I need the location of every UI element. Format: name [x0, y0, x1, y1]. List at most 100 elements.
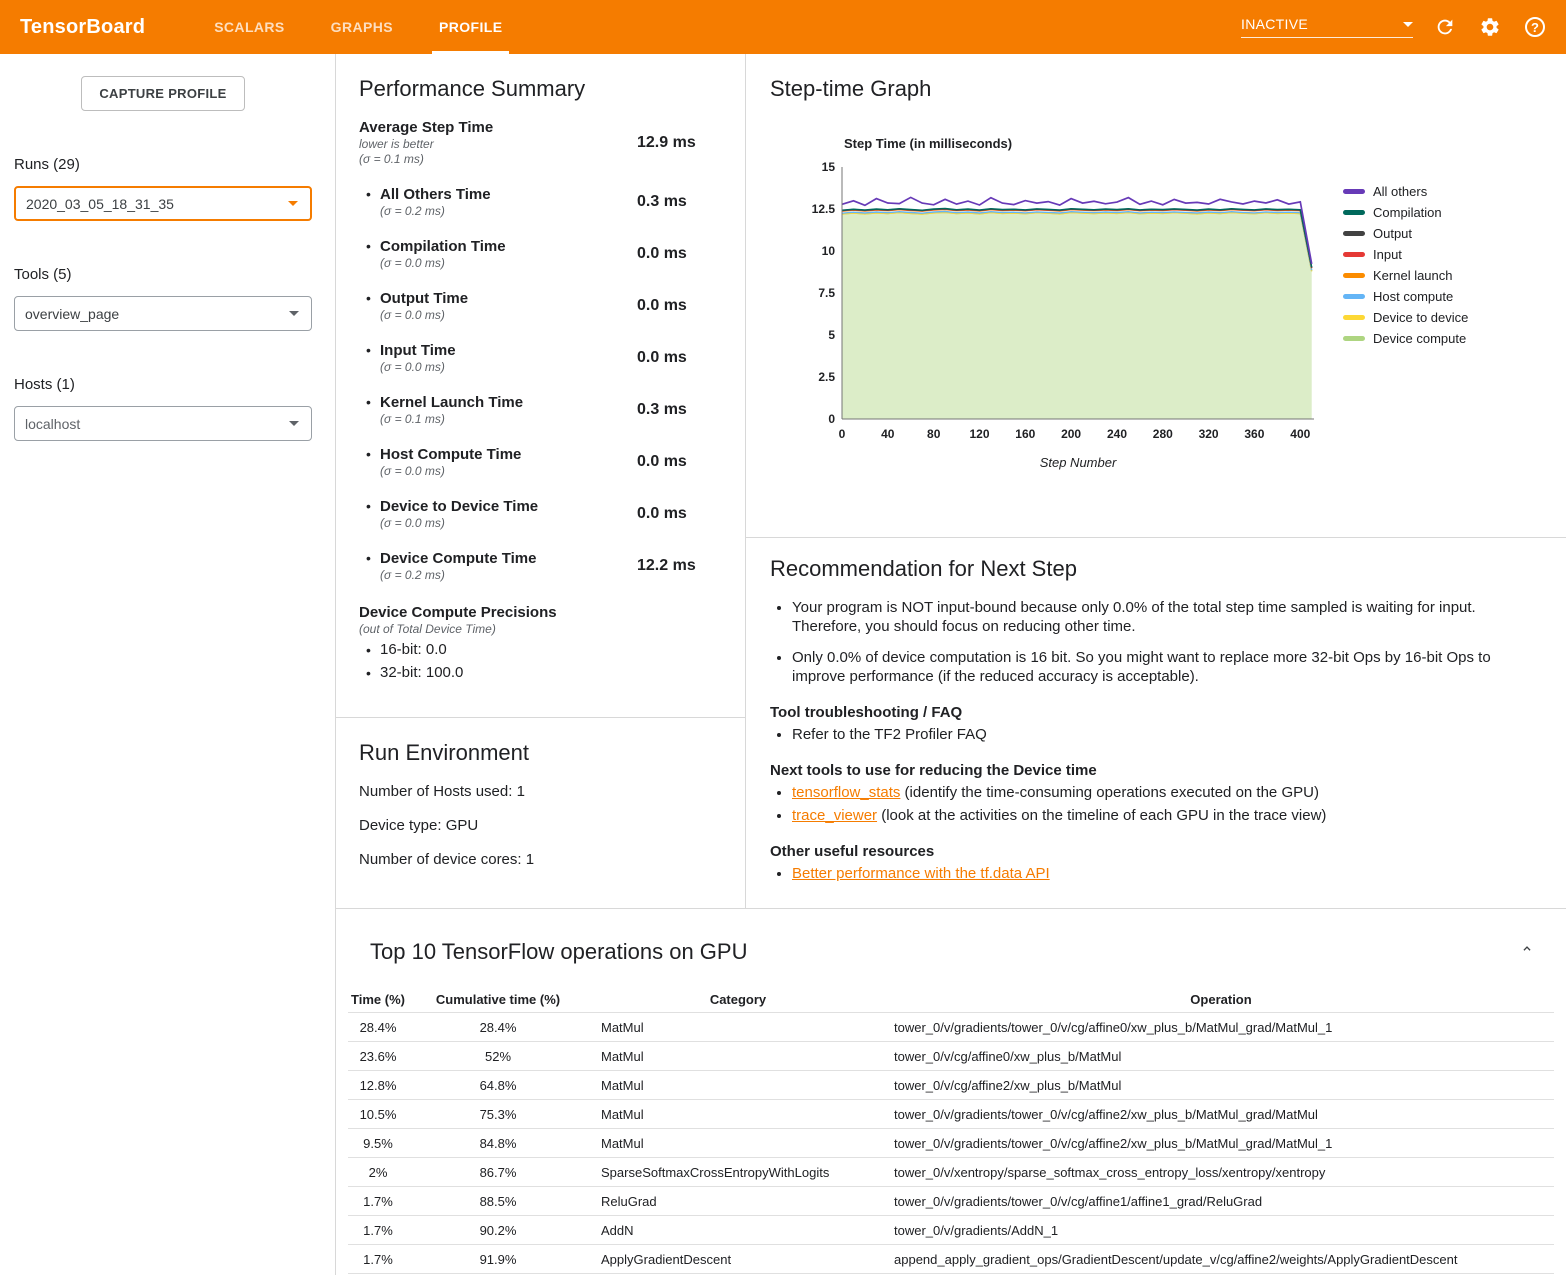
refresh-icon[interactable]: [1432, 14, 1458, 40]
trace-viewer-link[interactable]: trace_viewer: [792, 807, 877, 824]
operation-cell: tower_0/v/xentropy/sparse_softmax_cross_…: [888, 1165, 1554, 1180]
run-environment-title: Run Environment: [359, 740, 722, 766]
chart-title: Step Time (in milliseconds): [844, 136, 1566, 151]
recommendation-bullet: Your program is NOT input-bound because …: [792, 598, 1520, 636]
performance-item-labels: Compilation Time(σ = 0.0 ms): [380, 237, 506, 271]
legend-swatch: [1343, 252, 1365, 257]
settings-gear-icon[interactable]: [1477, 14, 1503, 40]
performance-item-label: Host Compute Time: [380, 445, 521, 464]
legend-swatch: [1343, 315, 1365, 320]
ops-table-row: 10.5%75.3%MatMultower_0/v/gradients/towe…: [348, 1100, 1554, 1129]
operation-cell: tower_0/v/cg/affine2/xw_plus_b/MatMul: [888, 1078, 1554, 1093]
time-cell: 10.5%: [348, 1107, 408, 1122]
step-time-graph-card: Step-time Graph Step Time (in millisecon…: [746, 54, 1566, 538]
ops-column-header: Operation: [888, 992, 1554, 1007]
hosts-used-line: Number of Hosts used: 1: [359, 783, 722, 800]
category-cell: MatMul: [588, 1049, 888, 1064]
tools-select-value: overview_page: [25, 306, 119, 322]
cumulative-cell: 84.8%: [408, 1136, 588, 1151]
performance-item-label: All Others Time: [380, 185, 491, 204]
time-cell: 1.7%: [348, 1252, 408, 1267]
performance-item-value: 0.0 ms: [637, 245, 705, 263]
tool-link-item: tensorflow_stats (identify the time-cons…: [792, 783, 1520, 802]
performance-item-value: 0.0 ms: [637, 297, 705, 315]
average-step-time: Average Step Time lower is better (σ = 0…: [359, 118, 705, 167]
device-compute-precisions: Device Compute Precisions (out of Total …: [359, 603, 705, 683]
y-tick-label: 0: [828, 412, 835, 426]
performance-item-sigma: (σ = 0.2 ms): [380, 568, 536, 583]
device-type-line: Device type: GPU: [359, 817, 722, 834]
legend-label: Device to device: [1373, 310, 1468, 325]
ops-table-row: 9.5%84.8%MatMultower_0/v/gradients/tower…: [348, 1129, 1554, 1158]
legend-item: Input: [1343, 244, 1468, 265]
legend-swatch: [1343, 210, 1365, 215]
tools-select[interactable]: overview_page: [14, 296, 312, 331]
chevron-down-icon: [289, 311, 299, 316]
category-cell: MatMul: [588, 1107, 888, 1122]
ops-table-header: Time (%)Cumulative time (%)CategoryOpera…: [348, 987, 1554, 1013]
average-step-time-note: lower is better: [359, 137, 493, 152]
cumulative-cell: 90.2%: [408, 1223, 588, 1238]
performance-item-value: 0.0 ms: [637, 453, 705, 471]
performance-item-value: 0.3 ms: [637, 193, 705, 211]
cumulative-cell: 64.8%: [408, 1078, 588, 1093]
operation-cell: tower_0/v/gradients/tower_0/v/cg/affine1…: [888, 1194, 1554, 1209]
ops-table-row: 23.6%52%MatMultower_0/v/cg/affine0/xw_pl…: [348, 1042, 1554, 1071]
performance-summary-title: Performance Summary: [359, 76, 705, 102]
category-cell: ReluGrad: [588, 1194, 888, 1209]
performance-item-label: Device Compute Time: [380, 549, 536, 568]
performance-item-sigma: (σ = 0.1 ms): [380, 412, 523, 427]
time-cell: 23.6%: [348, 1049, 408, 1064]
graph-column: Step-time Graph Step Time (in millisecon…: [746, 54, 1566, 908]
ops-table-row: 1.7%90.2%AddNtower_0/v/gradients/AddN_1: [348, 1216, 1554, 1245]
performance-summary-card: Performance Summary Average Step Time lo…: [336, 54, 745, 718]
help-glyph: ?: [1531, 20, 1539, 35]
performance-item-sigma: (σ = 0.2 ms): [380, 204, 491, 219]
operation-cell: tower_0/v/cg/affine0/xw_plus_b/MatMul: [888, 1049, 1554, 1064]
tensorflow-stats-link[interactable]: tensorflow_stats: [792, 784, 900, 801]
runs-select[interactable]: 2020_03_05_18_31_35: [14, 186, 312, 221]
nav-tabs: SCALARSGRAPHSPROFILE: [191, 0, 525, 54]
chevron-down-icon: [1403, 22, 1413, 27]
operation-cell: tower_0/v/gradients/AddN_1: [888, 1223, 1554, 1238]
faq-item: Refer to the TF2 Profiler FAQ: [792, 725, 1520, 744]
step-time-graph-title: Step-time Graph: [770, 76, 1566, 102]
chart-legend: All othersCompilationOutputInputKernel l…: [1343, 181, 1468, 443]
step-time-chart: Step Time (in milliseconds) 02.557.51012…: [812, 136, 1566, 470]
ops-column-header: Cumulative time (%): [408, 992, 588, 1007]
capture-profile-button[interactable]: CAPTURE PROFILE: [81, 76, 245, 111]
average-step-time-value: 12.9 ms: [637, 134, 705, 152]
time-cell: 1.7%: [348, 1223, 408, 1238]
x-tick-label: 360: [1244, 427, 1264, 441]
x-tick-label: 160: [1015, 427, 1035, 441]
y-tick-label: 10: [822, 244, 836, 258]
performance-item: Input Time(σ = 0.0 ms)0.0 ms: [359, 341, 705, 375]
precision-16bit: 16-bit: 0.0: [359, 640, 705, 660]
status-select[interactable]: INACTIVE: [1241, 16, 1413, 38]
collapse-chevron-icon[interactable]: [1516, 937, 1538, 959]
y-tick-label: 15: [822, 160, 836, 174]
cumulative-cell: 28.4%: [408, 1020, 588, 1035]
y-tick-label: 5: [828, 328, 835, 342]
performance-item-labels: Device to Device Time(σ = 0.0 ms): [380, 497, 538, 531]
tfdata-performance-link[interactable]: Better performance with the tf.data API: [792, 865, 1050, 882]
performance-item: Compilation Time(σ = 0.0 ms) 0.0 ms: [359, 237, 705, 271]
tools-label: Tools (5): [14, 266, 335, 283]
runs-label: Runs (29): [14, 156, 335, 173]
app-logo: TensorBoard: [0, 0, 165, 54]
performance-item-label: Compilation Time: [380, 237, 506, 256]
legend-label: Host compute: [1373, 289, 1453, 304]
chevron-down-icon: [289, 421, 299, 426]
hosts-select[interactable]: localhost: [14, 406, 312, 441]
tab-graphs[interactable]: GRAPHS: [308, 0, 416, 54]
precision-32bit: 32-bit: 100.0: [359, 663, 705, 683]
time-cell: 2%: [348, 1165, 408, 1180]
tab-profile[interactable]: PROFILE: [416, 0, 525, 54]
performance-item: Host Compute Time(σ = 0.0 ms)0.0 ms: [359, 445, 705, 479]
help-icon[interactable]: ?: [1522, 14, 1548, 40]
performance-column: Performance Summary Average Step Time lo…: [336, 54, 746, 908]
performance-item: Output Time(σ = 0.0 ms)0.0 ms: [359, 289, 705, 323]
legend-item: Kernel launch: [1343, 265, 1468, 286]
x-tick-label: 400: [1290, 427, 1310, 441]
tab-scalars[interactable]: SCALARS: [191, 0, 307, 54]
